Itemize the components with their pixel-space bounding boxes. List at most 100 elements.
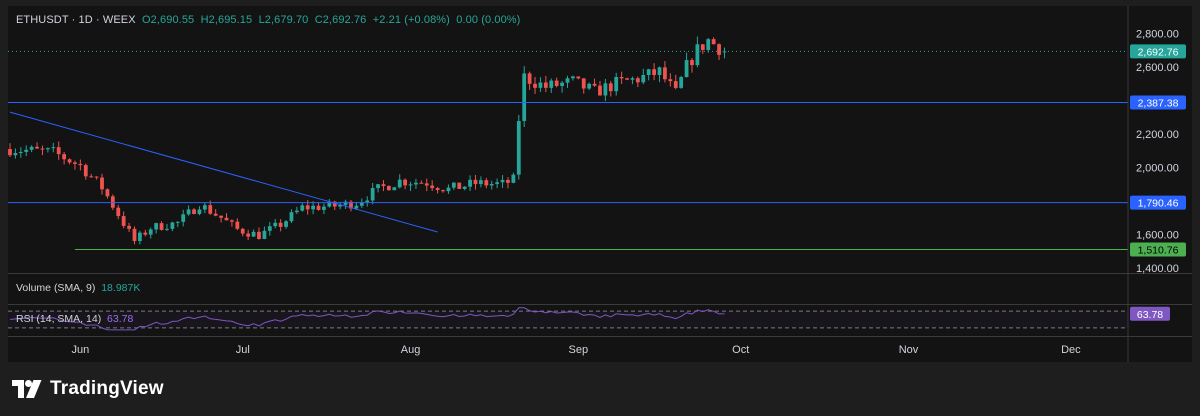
time-tick-label: Dec [1061,344,1081,356]
candle-body [381,184,386,187]
candle-body [560,82,564,86]
candle-body [571,76,575,79]
price-tick-label: 2,800.00 [1136,28,1179,40]
extra-value: 0.00 (0.00%) [456,14,521,26]
candle-body [663,67,667,80]
candle-body [51,147,56,149]
level-badge-1-text: 2,387.38 [1138,98,1179,110]
time-tick-label: Jul [236,344,250,356]
candle-body [403,179,408,186]
close-value: C2,692.76 [314,14,367,26]
candle-body [197,209,202,214]
candle-body [516,120,521,175]
price-tick-label: 2,000.00 [1136,162,1179,174]
candle-body [165,228,169,230]
candle-body [89,176,94,178]
candle-body [587,83,592,89]
candle-body [262,230,267,239]
candle-body [679,77,684,88]
rsi-value: 63.78 [107,313,134,325]
candle-body [175,221,180,223]
candle-body [700,44,705,50]
candle-body [619,77,624,79]
time-tick-label: Aug [401,344,421,356]
candle-body [549,80,554,88]
candle-body [630,78,635,80]
candle-body [419,182,424,184]
level-badge-3-text: 1,510.76 [1138,244,1179,256]
candle-body [170,222,175,229]
candle-body [592,83,597,86]
candle-body [625,78,629,80]
candle-body [181,214,186,222]
price-tick-label: 2,600.00 [1136,62,1179,74]
candle-body [446,187,451,192]
candle-body [148,229,153,235]
candle-body [365,200,370,203]
candle-body [213,213,218,216]
candle-body [29,146,34,150]
logo-text: TradingView [50,378,164,399]
candle-body [354,205,359,209]
candle-body [300,205,305,211]
candle-body [527,73,532,84]
candle-body [511,174,516,183]
last-price-badge-text: 2,692.76 [1138,46,1179,58]
candle-body [441,190,445,192]
high-value: H2,695.15 [200,14,253,26]
candle-body [424,183,429,186]
candle-body [45,148,50,150]
candle-body [457,182,462,189]
candle-body [479,180,483,185]
open-value: O2,690.55 [141,14,195,26]
candle-body [219,215,223,218]
volume-legend[interactable]: Volume (SMA, 9) 18.987K [16,282,140,294]
ohlc-legend: ETHUSDT · 1D · WEEX O2,690.55 H2,695.15 … [16,14,521,26]
candle-body [538,82,543,88]
symbol-label[interactable]: ETHUSDT [16,14,68,26]
candle-body [83,165,88,177]
tradingview-logo[interactable]: TradingView [12,376,164,402]
candle-body [284,221,288,227]
candle-body [500,179,505,183]
candle-body [246,233,251,237]
rsi-legend[interactable]: RSI (14, SMA, 14) 63.78 [16,313,133,325]
candle-body [581,78,586,89]
candle-body [94,176,99,178]
candle-body [121,216,126,226]
rsi-badge-text: 63.78 [1137,309,1163,321]
candle-body [224,217,229,221]
volume-label: Volume (SMA, 9) [16,282,96,294]
candle-body [143,232,148,235]
candle [457,182,462,189]
price-tick-label: 1,400.00 [1136,263,1179,275]
candle-body [110,196,115,208]
chart-frame: 2,800.00 2,600.00 2,200.00 2,000.00 1,600.00… [0,0,1200,416]
candle-body [138,232,142,242]
candle-body [273,222,278,227]
chart-canvas[interactable]: 2,800.00 2,600.00 2,200.00 2,000.00 1,600.00… [0,0,1200,416]
candle-body [717,44,721,55]
candle-body [462,186,467,189]
candle-body [489,183,494,186]
candle-body [473,179,478,185]
candle [386,185,391,191]
candle-body [370,188,375,201]
candle-body [127,225,131,229]
candle-body [386,186,391,191]
candle-body [78,163,83,166]
candle-body [8,149,12,156]
candle-body [62,154,67,160]
candle-body [257,231,261,239]
candle-body [251,231,256,237]
last-price-badge: 2,692.76 [1130,44,1186,59]
candle-body [73,162,77,164]
candle-body [376,184,380,189]
candle-body [603,83,608,96]
interval-label[interactable]: 1D [79,14,93,26]
candle-body [230,220,234,222]
candle-body [208,205,213,214]
candle-body [668,79,673,82]
candle-body [652,69,656,76]
rsi-badge: 63.78 [1130,306,1170,321]
